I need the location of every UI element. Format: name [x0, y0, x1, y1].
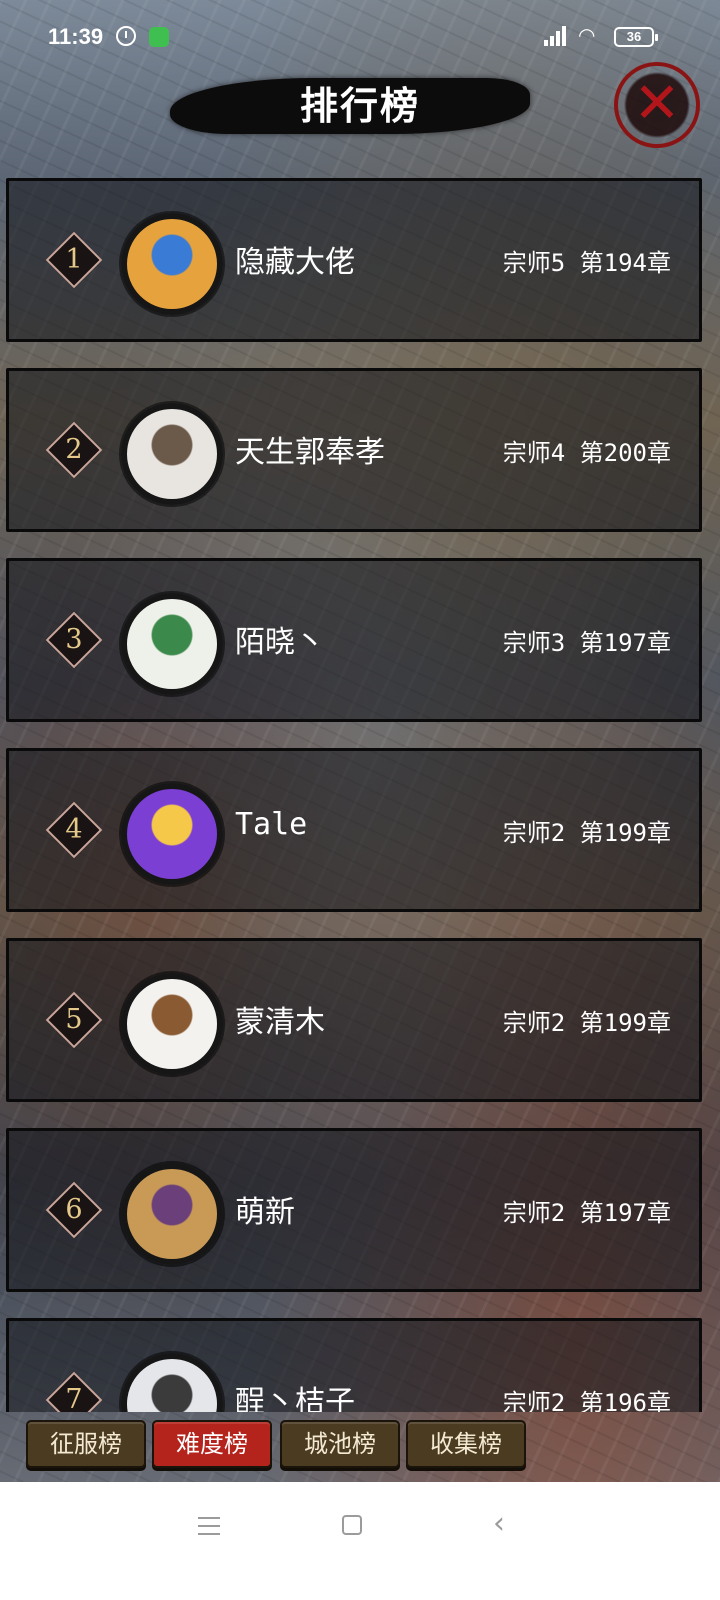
alarm-icon — [116, 26, 136, 46]
ranking-row[interactable]: 2 天生郭奉孝 宗师4 第200章 — [6, 368, 702, 532]
player-level-chapter: 宗师3 第197章 — [502, 629, 671, 657]
player-name: 蒙清木 — [235, 1005, 325, 1040]
player-name: 陌晓丶 — [235, 625, 325, 660]
rank-badge: 6 — [45, 1181, 103, 1239]
rank-number: 1 — [65, 244, 83, 275]
tab-3[interactable]: 城池榜 — [280, 1420, 400, 1468]
close-icon: ✕ — [633, 71, 681, 136]
avatar[interactable] — [121, 213, 223, 315]
ranking-row[interactable]: 6 萌新 宗师2 第197章 — [6, 1128, 702, 1292]
status-time: 11:39 — [48, 24, 104, 49]
player-level-chapter: 宗师2 第197章 — [502, 1199, 671, 1227]
rank-number: 5 — [65, 1004, 83, 1035]
player-level-chapter: 宗师4 第200章 — [502, 439, 671, 467]
rank-badge: 2 — [45, 421, 103, 479]
tab-bar: 征服榜 难度榜 城池榜 收集榜 — [0, 1414, 720, 1482]
player-level-chapter: 宗师5 第194章 — [502, 249, 671, 277]
player-name: Tale — [235, 807, 308, 842]
rank-number: 3 — [65, 624, 83, 655]
close-button[interactable]: ✕ — [614, 62, 700, 148]
rank-badge: 5 — [45, 991, 103, 1049]
player-level-chapter: 宗师2 第196章 — [502, 1389, 671, 1412]
player-name: 酲丶桔子 — [235, 1385, 355, 1412]
ranking-row[interactable]: 1 隐藏大佬 宗师5 第194章 — [6, 178, 702, 342]
avatar[interactable] — [121, 1353, 223, 1412]
ranking-list[interactable]: 1 隐藏大佬 宗师5 第194章 2 天生郭奉孝 宗师4 第200章 3 陌晓丶 宗师3 第19… — [0, 178, 720, 1412]
back-icon[interactable]: ‹ — [493, 1506, 505, 1542]
ranking-row[interactable]: 7 酲丶桔子 宗师2 第196章 — [6, 1318, 702, 1412]
wifi-icon: ◠ — [578, 25, 596, 47]
home-icon[interactable] — [342, 1515, 362, 1535]
status-bar: 11:39 ◠ 36 — [0, 0, 720, 78]
avatar[interactable] — [121, 403, 223, 505]
rank-number: 2 — [65, 434, 83, 465]
ranking-row[interactable]: 4 Tale 宗师2 第199章 — [6, 748, 702, 912]
battery-icon: 36 — [614, 27, 658, 47]
player-name: 隐藏大佬 — [235, 245, 355, 280]
rank-badge: 3 — [45, 611, 103, 669]
app-notification-icon — [149, 27, 169, 47]
avatar[interactable] — [121, 1163, 223, 1265]
rank-number: 7 — [65, 1384, 83, 1412]
player-level-chapter: 宗师2 第199章 — [502, 1009, 671, 1037]
rank-badge: 7 — [45, 1371, 103, 1412]
tab-1[interactable]: 征服榜 — [26, 1420, 146, 1468]
player-name: 萌新 — [235, 1195, 295, 1230]
player-level-chapter: 宗师2 第199章 — [502, 819, 671, 847]
ranking-row[interactable]: 5 蒙清木 宗师2 第199章 — [6, 938, 702, 1102]
signal-icon — [544, 24, 570, 46]
rank-number: 4 — [65, 814, 83, 845]
player-name: 天生郭奉孝 — [235, 435, 385, 470]
page-title: 排行榜 — [299, 83, 420, 128]
rank-number: 6 — [65, 1194, 83, 1225]
system-navigation-bar: ‹ — [0, 1482, 720, 1600]
tab-4[interactable]: 收集榜 — [406, 1420, 526, 1468]
avatar[interactable] — [121, 973, 223, 1075]
recent-apps-icon[interactable] — [198, 1517, 220, 1535]
rank-badge: 1 — [45, 231, 103, 289]
ranking-row[interactable]: 3 陌晓丶 宗师3 第197章 — [6, 558, 702, 722]
avatar[interactable] — [121, 593, 223, 695]
rank-badge: 4 — [45, 801, 103, 859]
avatar[interactable] — [121, 783, 223, 885]
tab-2[interactable]: 难度榜 — [152, 1420, 272, 1468]
